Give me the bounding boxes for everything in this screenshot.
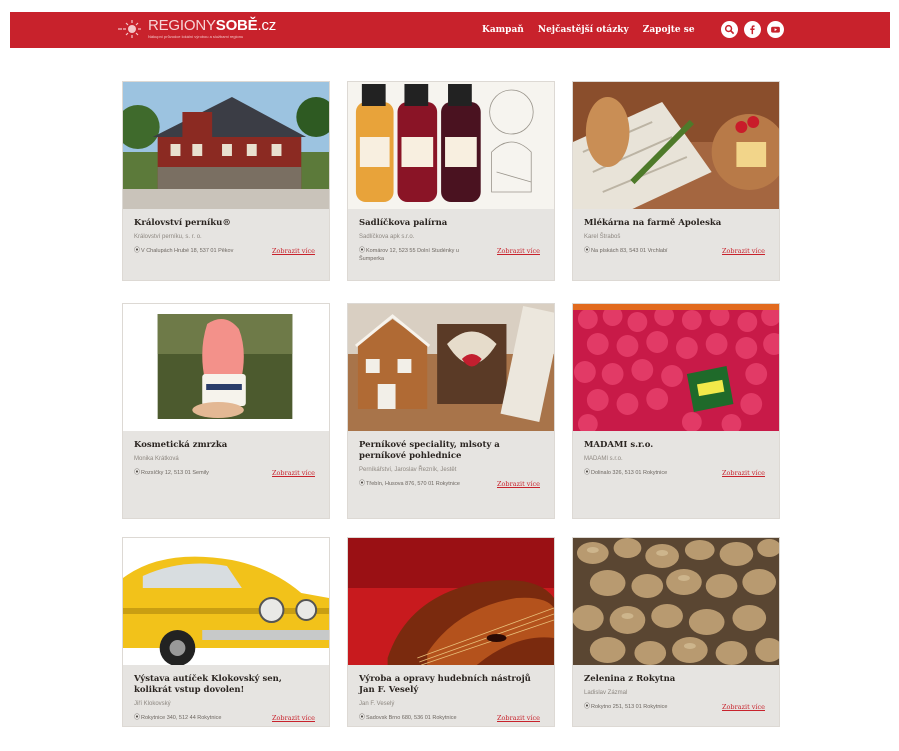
card-company: Jiří Klokovský [134, 701, 171, 707]
card-company: Sadlíčkova apk s.r.o. [359, 234, 415, 240]
youtube-icon[interactable] [767, 21, 784, 38]
card-pernikove-speciality[interactable]: Perníkové speciality, mlsoty a perníkové… [347, 303, 555, 519]
nav-kampan[interactable]: Kampaň [482, 25, 524, 35]
card-image[interactable] [348, 538, 554, 665]
card-address: ⦿Třebín, Husova 876, 570 01 Rokytnice [359, 481, 460, 487]
card-image[interactable] [348, 82, 554, 209]
card-zelenina-rokytna[interactable]: Zelenina z Rokytna Ladislav Zázmal ⦿Roky… [572, 537, 780, 727]
site-logo[interactable]: REGIONYSOBĚ.cz Nákupní průvodce lokální … [118, 18, 276, 42]
card-address: ⦿Rokytnice 340, 512 44 Rokytnice [134, 715, 222, 721]
card-title[interactable]: Sadlíčkova palírna [359, 218, 544, 229]
facebook-icon[interactable] [744, 21, 761, 38]
logo-tagline: Nákupní průvodce lokální výrobou a služb… [148, 34, 244, 39]
search-icon[interactable] [721, 21, 738, 38]
logo-sun-icon [118, 20, 141, 38]
card-company: Perníkářství, Jaroslav Řezník, Jestět [359, 467, 457, 473]
card-address: ⦿Sadovsk Brno 680, 536 01 Rokytnice [359, 715, 457, 721]
card-company: Karel Štraboš [584, 234, 621, 240]
map-pin-icon: ⦿ [584, 704, 591, 710]
card-address: ⦿Rokytno 251, 513 01 Rokytnice [584, 704, 668, 710]
card-kralovstvi-perniku[interactable]: Království perníku® Království perníku, … [122, 81, 330, 281]
map-pin-icon: ⦿ [134, 470, 141, 476]
top-navbar: REGIONYSOBĚ.cz Nákupní průvodce lokální … [10, 12, 890, 48]
card-address: ⦿Rozsíčky 12, 513 01 Semily [134, 470, 209, 476]
show-more-link[interactable]: Zobrazit více [272, 469, 315, 477]
show-more-link[interactable]: Zobrazit více [497, 247, 540, 255]
cards-row-1: Království perníku® Království perníku, … [122, 81, 780, 281]
card-mlekarna-apoleska[interactable]: Mlékárna na farmě Apoleska Karel Štraboš… [572, 81, 780, 281]
show-more-link[interactable]: Zobrazit více [497, 714, 540, 722]
card-company: Monika Krátková [134, 456, 179, 462]
card-company: Království perníku, s. r. o. [134, 234, 202, 240]
map-pin-icon: ⦿ [134, 248, 141, 254]
card-title[interactable]: Výroba a opravy hudebních nástrojů Jan F… [359, 674, 544, 696]
card-image[interactable] [573, 538, 779, 665]
social-links [721, 21, 784, 38]
card-title[interactable]: Výstava autíček Klokovský sen, kolikrát … [134, 674, 319, 696]
map-pin-icon: ⦿ [359, 715, 366, 721]
main-nav: Kampaň Nejčastější otázky Zapojte se [482, 12, 695, 48]
map-pin-icon: ⦿ [584, 248, 591, 254]
card-address: ⦿Komárov 12, 523 55 Dolní Studénky u Šum… [359, 248, 459, 262]
nav-faq[interactable]: Nejčastější otázky [538, 25, 629, 35]
card-company: Jan F. Veselý [359, 701, 395, 707]
map-pin-icon: ⦿ [359, 481, 366, 487]
card-hudebni-nastroje[interactable]: Výroba a opravy hudebních nástrojů Jan F… [347, 537, 555, 727]
card-image[interactable] [123, 304, 329, 431]
card-vystava-auticek[interactable]: Výstava autíček Klokovský sen, kolikrát … [122, 537, 330, 727]
card-address: ⦿Dolinalo 326, 513 01 Rokytnice [584, 470, 668, 476]
card-kosmeticka-zmrzka[interactable]: Kosmetická zmrzka Monika Krátková ⦿Rozsí… [122, 303, 330, 519]
card-image[interactable] [348, 304, 554, 431]
map-pin-icon: ⦿ [584, 470, 591, 476]
card-address: ⦿V Chalupách Hrubé 18, 537 01 Pěkov [134, 248, 234, 254]
card-title[interactable]: MADAMI s.r.o. [584, 440, 769, 451]
card-company: MADAMI s.r.o. [584, 456, 623, 462]
nav-join[interactable]: Zapojte se [643, 25, 695, 35]
map-pin-icon: ⦿ [359, 248, 366, 254]
show-more-link[interactable]: Zobrazit více [722, 469, 765, 477]
card-title[interactable]: Království perníku® [134, 218, 319, 229]
card-title[interactable]: Zelenina z Rokytna [584, 674, 769, 685]
card-sadlickova-palirna[interactable]: Sadlíčkova palírna Sadlíčkova apk s.r.o.… [347, 81, 555, 281]
cards-row-2: Kosmetická zmrzka Monika Krátková ⦿Rozsí… [122, 303, 780, 519]
card-title[interactable]: Mlékárna na farmě Apoleska [584, 218, 769, 229]
show-more-link[interactable]: Zobrazit více [272, 714, 315, 722]
show-more-link[interactable]: Zobrazit více [722, 247, 765, 255]
card-madami[interactable]: MADAMI s.r.o. MADAMI s.r.o. ⦿Dolinalo 32… [572, 303, 780, 519]
cards-row-3: Výstava autíček Klokovský sen, kolikrát … [122, 537, 780, 727]
card-title[interactable]: Kosmetická zmrzka [134, 440, 319, 451]
show-more-link[interactable]: Zobrazit více [497, 480, 540, 488]
card-image[interactable] [123, 538, 329, 665]
logo-title: REGIONYSOBĚ.cz [148, 17, 277, 34]
card-image[interactable] [573, 304, 779, 431]
card-image[interactable] [573, 82, 779, 209]
show-more-link[interactable]: Zobrazit více [272, 247, 315, 255]
card-image[interactable] [123, 82, 329, 209]
show-more-link[interactable]: Zobrazit více [722, 703, 765, 711]
map-pin-icon: ⦿ [134, 715, 141, 721]
card-company: Ladislav Zázmal [584, 690, 628, 696]
card-address: ⦿Na pískách 83, 543 01 Vrchlabí [584, 248, 668, 254]
card-title[interactable]: Perníkové speciality, mlsoty a perníkové… [359, 440, 544, 462]
